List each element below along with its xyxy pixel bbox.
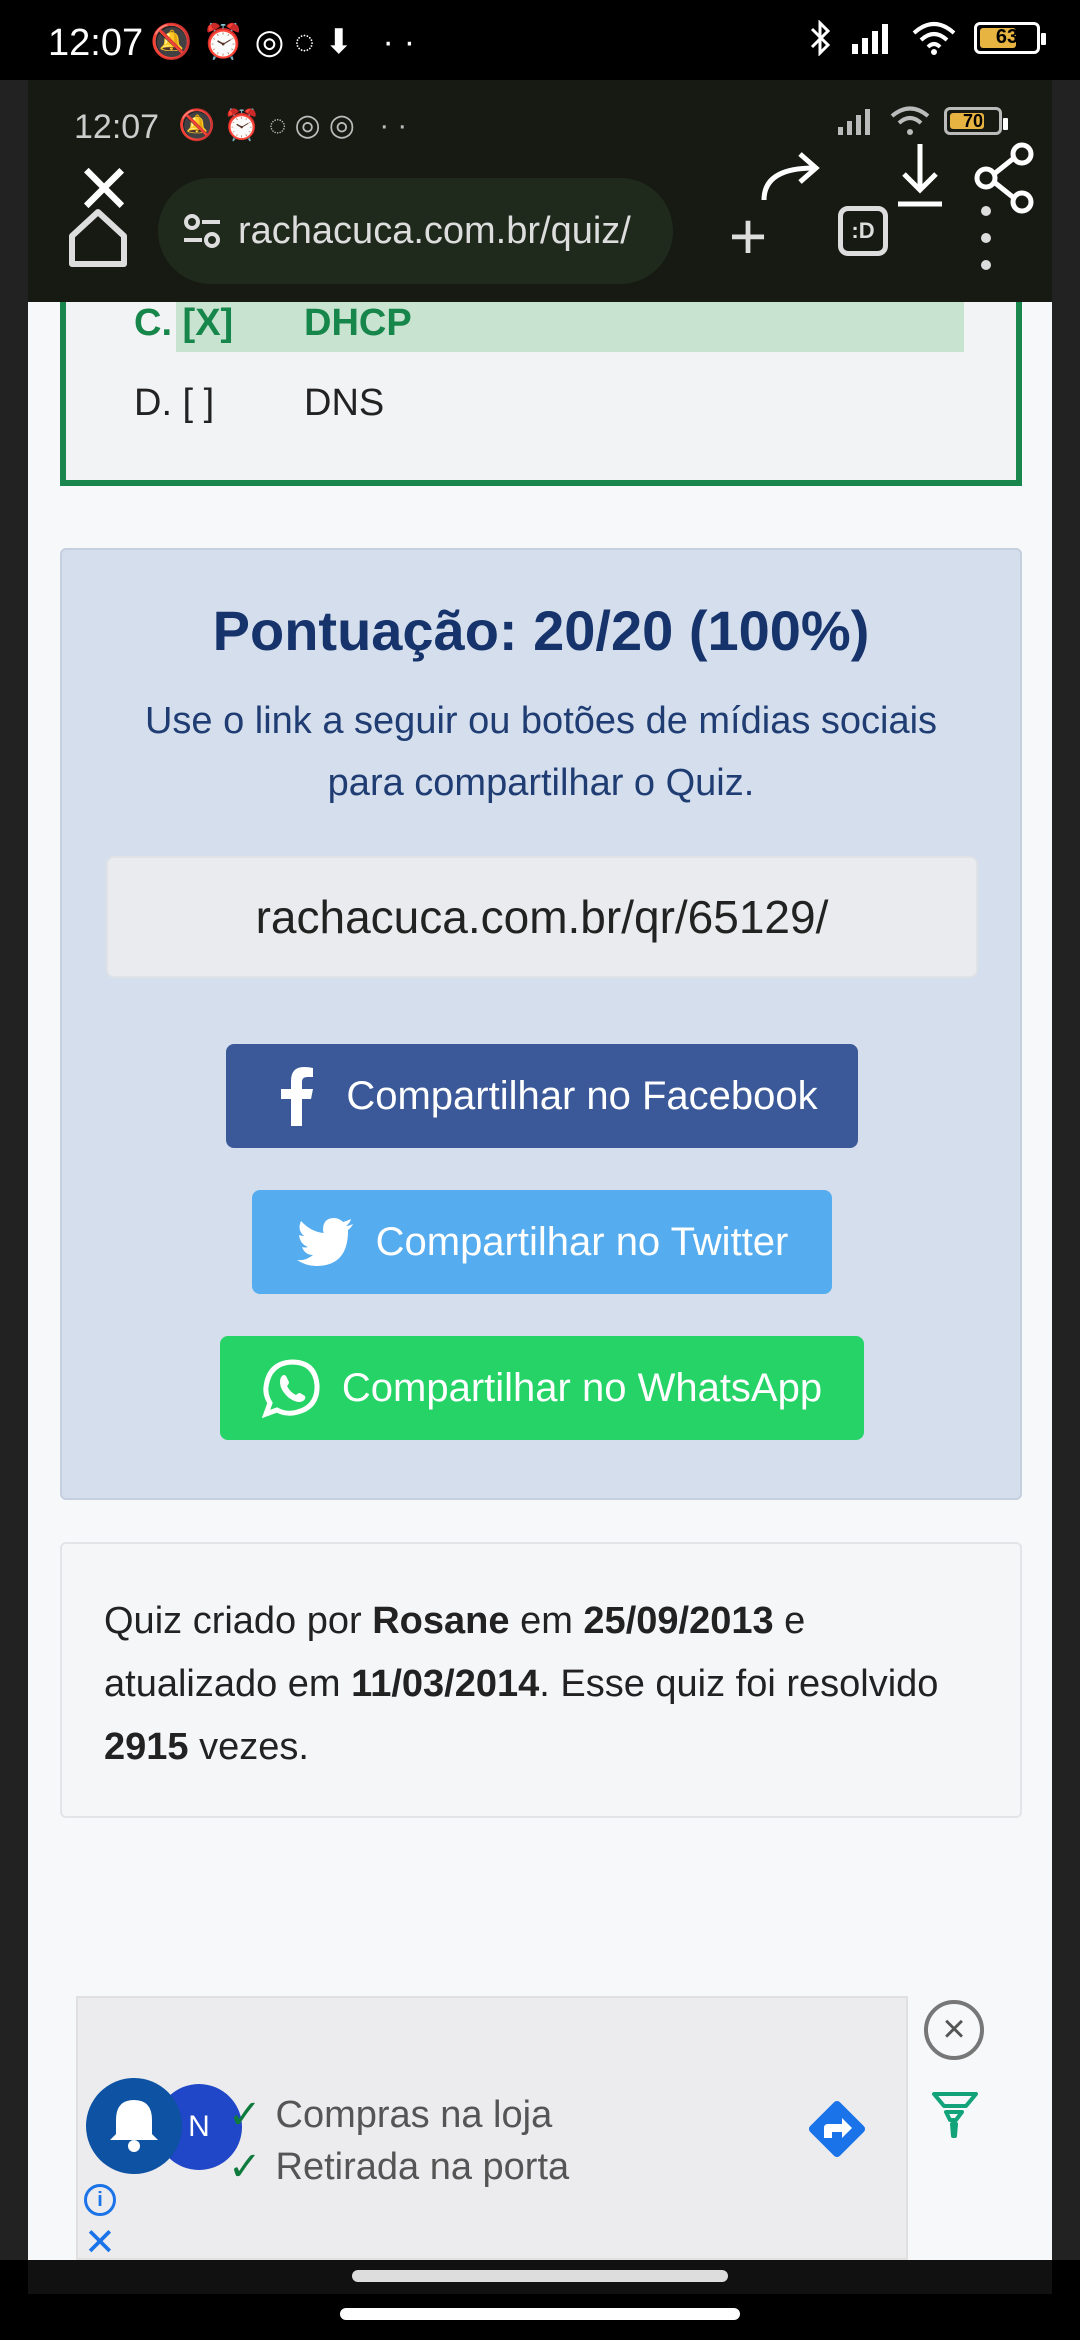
inner-notification-icons: 🔕⏰◌◎◎ ·· (178, 109, 416, 142)
info-updated-date: 11/03/2014 (351, 1663, 540, 1705)
info-author: Rosane (372, 1600, 510, 1642)
home-indicator[interactable] (340, 2308, 740, 2320)
inner-signal-icon (838, 109, 870, 135)
info-text: Quiz criado por (104, 1600, 373, 1642)
answer-d-text: DNS (304, 382, 385, 424)
notification-icons: 🔕⏰◎◌⬇ ·· (150, 23, 426, 61)
ad-line-1: ✓ Compras na loja (228, 2092, 552, 2138)
url-text: rachacuca.com.br/quiz/ (238, 209, 631, 252)
browser-header: 12:07 🔕⏰◌◎◎ ·· 70 × rachacuca.com.br/qui… (28, 80, 1052, 302)
answer-d-mark: D. [ ] (134, 382, 215, 424)
info-text: vezes. (188, 1726, 309, 1768)
check-icon: ✓ (228, 2093, 262, 2137)
ad-line-2: ✓ Retirada na porta (228, 2144, 569, 2190)
info-text: em (509, 1600, 584, 1642)
facebook-icon (266, 1066, 326, 1126)
twitter-icon (296, 1212, 356, 1272)
bluetooth-icon (810, 20, 831, 56)
battery-icon: 63 (974, 22, 1046, 54)
ad-dismiss-icon[interactable]: ✕ (84, 2220, 116, 2260)
ad-info-icon[interactable]: i (84, 2184, 116, 2216)
system-icons: 63 (810, 20, 1046, 56)
battery-level: 63 (995, 26, 1019, 48)
download-icon[interactable] (880, 138, 960, 218)
info-created-date: 25/09/2013 (583, 1600, 774, 1642)
wifi-icon (912, 22, 956, 55)
score-subtitle: Use o link a seguir ou botões de mídias … (144, 700, 938, 804)
signal-icon (852, 24, 888, 54)
directions-icon[interactable] (802, 2094, 872, 2164)
whatsapp-share-button[interactable]: Compartilhar no WhatsApp (220, 1336, 864, 1440)
inner-battery-icon: 70 (944, 107, 1008, 135)
notification-bell-icon[interactable] (86, 2078, 182, 2174)
answer-c-mark: C. [X] (134, 302, 234, 344)
whatsapp-share-label: Compartilhar no WhatsApp (341, 1365, 823, 1410)
overflow-menu-icon[interactable] (966, 198, 1006, 278)
inner-battery-level: 70 (962, 111, 984, 131)
site-settings-icon[interactable] (180, 209, 224, 253)
ad-line-2-text: Retirada na porta (275, 2145, 570, 2188)
address-bar[interactable]: rachacuca.com.br/quiz/ (158, 178, 673, 284)
facebook-share-label: Compartilhar no Facebook (346, 1073, 818, 1118)
status-time: 12:07 (48, 22, 144, 64)
ad-close-button[interactable]: × (924, 2000, 984, 2060)
home-icon[interactable] (58, 198, 138, 278)
frame-left (0, 80, 28, 2260)
answer-c-text: DHCP (304, 302, 412, 344)
answer-c: C. [X] DHCP (134, 302, 412, 345)
twitter-share-button[interactable]: Compartilhar no Twitter (252, 1190, 832, 1294)
whatsapp-icon (261, 1358, 322, 1418)
ad-banner[interactable]: N ✓ Compras na loja ✓ Retirada na porta i … (76, 1996, 908, 2260)
frame-right (1052, 80, 1080, 2260)
new-tab-button[interactable]: + (708, 196, 788, 276)
info-text: . Esse quiz foi resolvido (539, 1663, 939, 1705)
score-card: Pontuação: 20/20 (100%) Use o link a seg… (60, 548, 1022, 1500)
ad-line-1-text: Compras na loja (275, 2093, 553, 2136)
facebook-share-button[interactable]: Compartilhar no Facebook (226, 1044, 858, 1148)
score-title: Pontuação: 20/20 (100%) (212, 599, 870, 662)
info-solve-count: 2915 (104, 1726, 189, 1768)
inner-home-indicator[interactable] (352, 2270, 728, 2282)
twitter-share-label: Compartilhar no Twitter (375, 1219, 789, 1264)
web-page: C. [X] DHCP D. [ ] DNS Pontuação: 20/20 (1… (28, 302, 1052, 2260)
check-icon: ✓ (228, 2145, 262, 2189)
answer-d: D. [ ] DNS (134, 382, 384, 425)
share-link-field[interactable]: rachacuca.com.br/qr/65129/ (106, 856, 978, 978)
quiz-info-card: Quiz criado por Rosane em 25/09/2013 e a… (60, 1542, 1022, 1818)
quiz-answer-card: C. [X] DHCP D. [ ] DNS (60, 302, 1022, 486)
inner-wifi-icon (890, 106, 930, 135)
status-bar: 12:07 🔕⏰◎◌⬇ ·· 63 (0, 0, 1080, 80)
tab-switcher-button[interactable]: :D (838, 206, 888, 256)
inner-system-icons: 70 (836, 106, 1008, 136)
ad-network-logo-icon[interactable] (928, 2086, 982, 2140)
